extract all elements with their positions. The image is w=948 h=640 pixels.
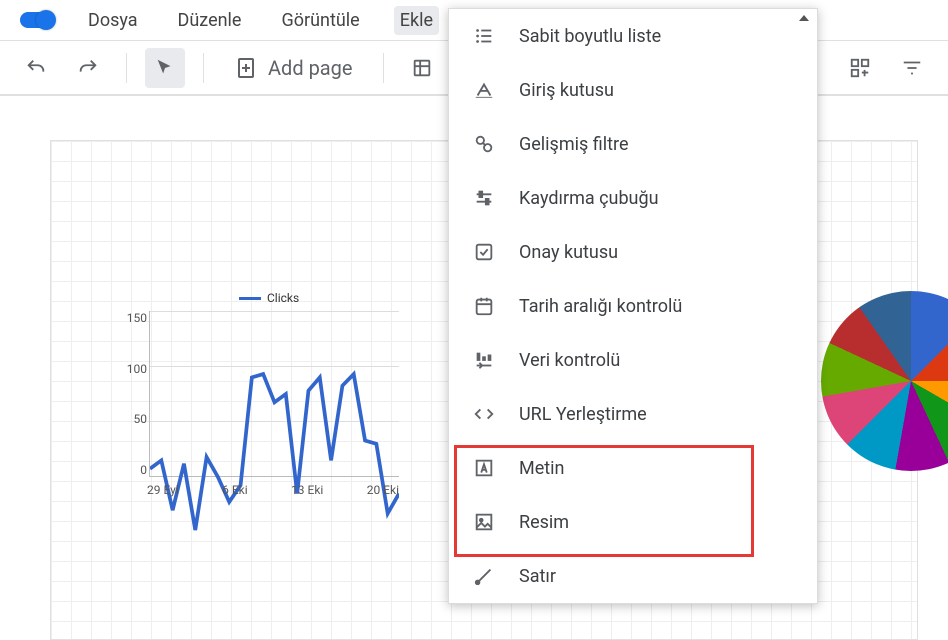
line-chart[interactable]: Clicks 150 100 50 0 29 Eyl 6 Eki 13 Eki … <box>119 291 399 511</box>
image-icon <box>473 511 495 533</box>
date-icon <box>473 295 495 317</box>
line-icon <box>473 565 495 587</box>
insert-menu-item-date[interactable]: Tarih aralığı kontrolü <box>449 279 817 333</box>
components-button[interactable] <box>840 48 880 88</box>
undo-button[interactable] <box>16 48 56 88</box>
app-toggle[interactable] <box>20 12 54 28</box>
redo-button[interactable] <box>68 48 108 88</box>
menu-item-label: Kaydırma çubuğu <box>519 188 659 209</box>
insert-menu-item-line[interactable]: Satır <box>449 549 817 603</box>
line-series <box>150 311 399 560</box>
insert-menu-item-embed[interactable]: URL Yerleştirme <box>449 387 817 441</box>
menu-goruntule[interactable]: Görüntüle <box>275 6 365 35</box>
toolbar-divider <box>203 53 204 83</box>
insert-menu-item-filter[interactable]: Gelişmiş filtre <box>449 117 817 171</box>
list-icon <box>473 25 495 47</box>
text-icon <box>473 457 495 479</box>
insert-menu-dropdown: Sabit boyutlu liste Giriş kutusu Gelişmiş … <box>448 8 818 604</box>
y-axis: 150 100 50 0 <box>119 311 147 477</box>
scroll-up-arrow-icon[interactable] <box>799 15 809 21</box>
checkbox-icon <box>473 241 495 263</box>
menu-item-label: Metin <box>519 458 564 479</box>
menu-ekle[interactable]: Ekle <box>394 6 439 35</box>
selection-tool-button[interactable] <box>145 48 185 88</box>
insert-menu-item-datacontrol[interactable]: Veri kontrolü <box>449 333 817 387</box>
menu-item-label: Gelişmiş filtre <box>519 134 629 155</box>
insert-menu-item-list[interactable]: Sabit boyutlu liste <box>449 9 817 63</box>
legend-line-icon <box>239 297 261 300</box>
datacontrol-icon <box>473 349 495 371</box>
embed-icon <box>473 403 495 425</box>
data-source-button[interactable] <box>402 48 442 88</box>
menu-item-label: Giriş kutusu <box>519 80 614 101</box>
insert-menu-item-text[interactable]: Metin <box>449 441 817 495</box>
menu-item-label: Sabit boyutlu liste <box>519 26 661 47</box>
insert-menu-item-slider[interactable]: Kaydırma çubuğu <box>449 171 817 225</box>
pie-chart[interactable]: 7% 6.7% <box>821 291 948 471</box>
insert-menu-item-image[interactable]: Resim <box>449 495 817 549</box>
filter-button[interactable] <box>892 48 932 88</box>
menu-item-label: URL Yerleştirme <box>519 404 647 425</box>
x-axis: 29 Eyl 6 Eki 13 Eki 20 Eki <box>147 483 399 497</box>
menu-dosya[interactable]: Dosya <box>82 6 144 35</box>
add-page-label: Add page <box>268 56 353 80</box>
menu-item-label: Tarih aralığı kontrolü <box>519 296 682 317</box>
filter-icon <box>473 133 495 155</box>
menu-item-label: Veri kontrolü <box>519 350 620 371</box>
legend-label: Clicks <box>267 291 299 305</box>
insert-menu-item-input[interactable]: Giriş kutusu <box>449 63 817 117</box>
menu-item-label: Resim <box>519 512 569 533</box>
chart-legend: Clicks <box>239 291 299 305</box>
menu-item-label: Satır <box>519 566 556 587</box>
menu-item-label: Onay kutusu <box>519 242 618 263</box>
toolbar-divider <box>126 53 127 83</box>
plot-area <box>149 311 399 477</box>
slider-icon <box>473 187 495 209</box>
menu-duzenle[interactable]: Düzenle <box>172 6 248 35</box>
add-page-button[interactable]: Add page <box>222 48 365 88</box>
toolbar-divider <box>383 53 384 83</box>
input-icon <box>473 79 495 101</box>
insert-menu-item-checkbox[interactable]: Onay kutusu <box>449 225 817 279</box>
